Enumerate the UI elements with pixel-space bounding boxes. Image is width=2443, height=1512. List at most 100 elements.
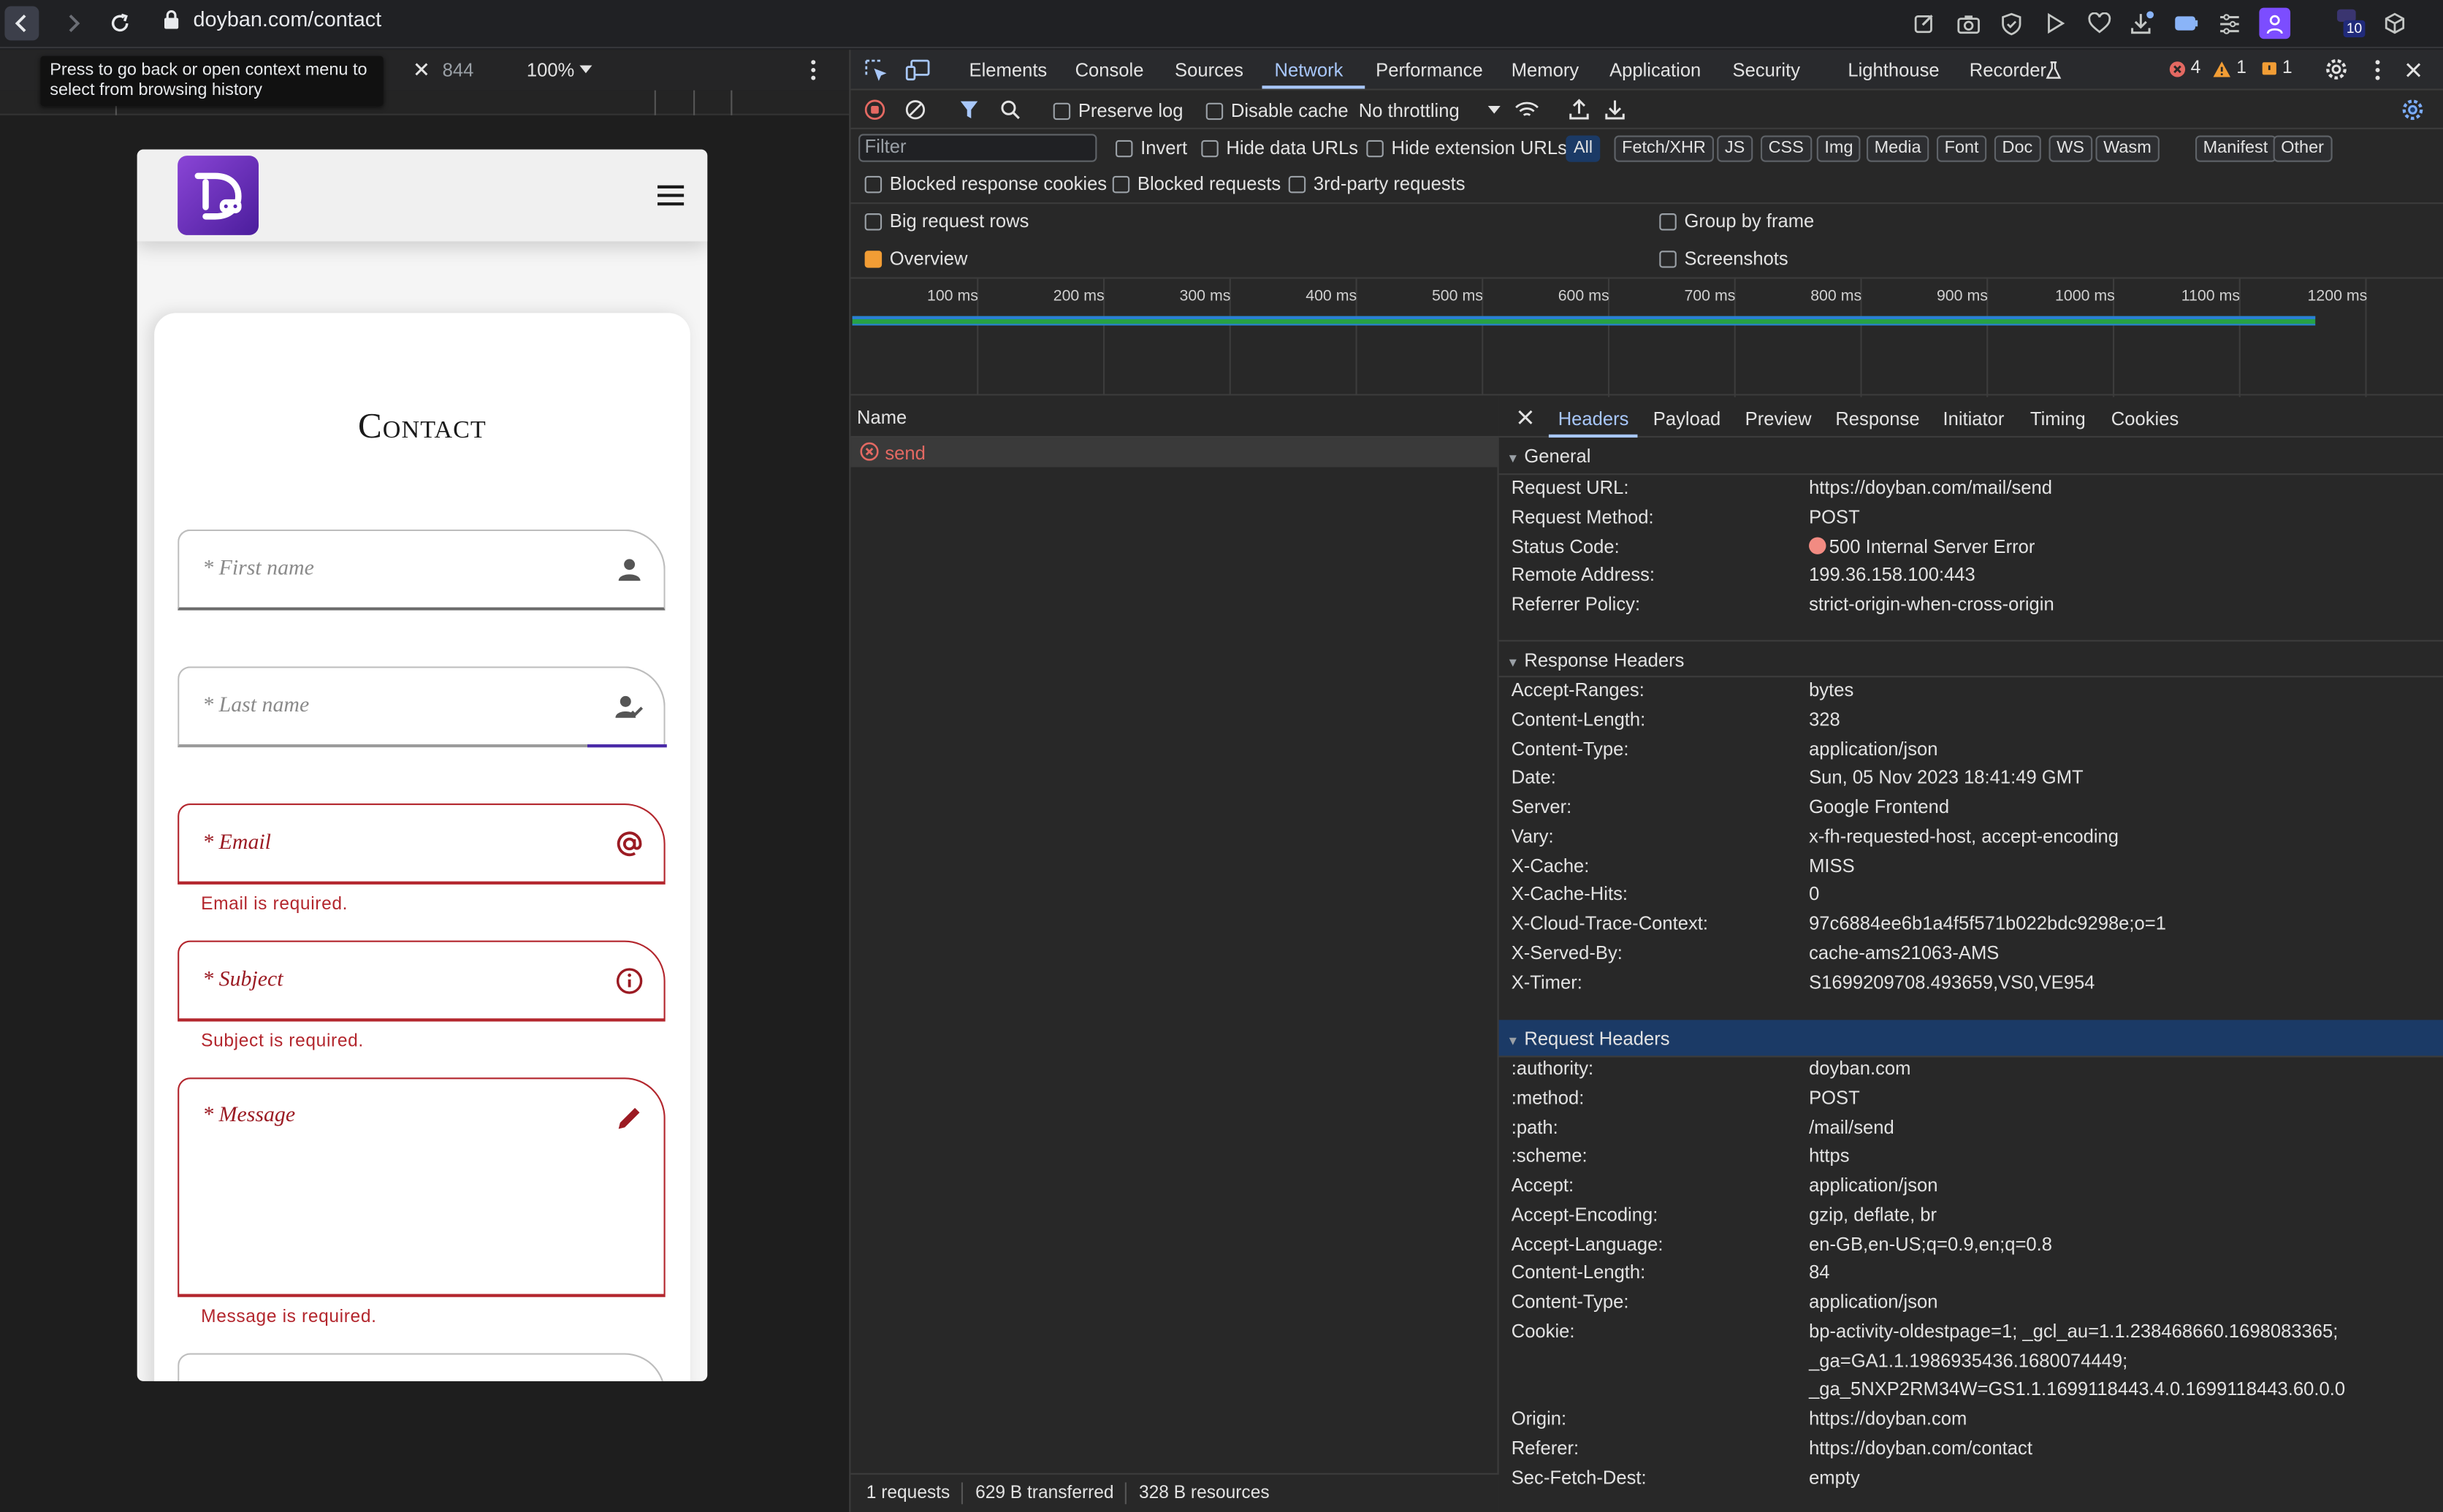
reload-button[interactable] bbox=[103, 7, 137, 41]
preserve-log-checkbox[interactable]: Preserve log bbox=[1053, 99, 1184, 121]
caret-down-icon bbox=[579, 65, 592, 74]
response-headers-section-header[interactable]: ▼ Response Headers bbox=[1498, 640, 2443, 678]
hide-extension-urls-checkbox[interactable]: Hide extension URLs bbox=[1366, 137, 1567, 159]
disable-cache-checkbox[interactable]: Disable cache bbox=[1205, 99, 1349, 121]
header-value: 328 bbox=[1809, 708, 1840, 730]
tab-preview[interactable]: Preview bbox=[1745, 408, 1812, 430]
cube-icon[interactable] bbox=[2379, 8, 2411, 39]
throttling-select[interactable]: No throttling bbox=[1359, 99, 1501, 121]
inspect-element-icon[interactable] bbox=[865, 59, 888, 83]
device-toolbar-icon[interactable] bbox=[905, 59, 930, 81]
timeline-tick-label: 900 ms bbox=[1936, 288, 1988, 305]
devtools-close-icon[interactable] bbox=[2406, 62, 2421, 77]
first-name-field[interactable]: * First name bbox=[178, 529, 666, 611]
overview-checkbox[interactable]: Overview bbox=[864, 248, 967, 270]
request-row-send[interactable]: send bbox=[850, 438, 1499, 467]
clear-icon[interactable] bbox=[905, 99, 926, 120]
network-overview-timeline[interactable]: 100 ms 200 ms 300 ms 400 ms 500 ms 600 m… bbox=[850, 277, 2443, 397]
email-field[interactable]: * Email bbox=[178, 803, 666, 885]
extension-badge[interactable]: 10 bbox=[2337, 8, 2371, 39]
hide-data-urls-checkbox[interactable]: Hide data URLs bbox=[1201, 137, 1358, 159]
tab-payload[interactable]: Payload bbox=[1653, 408, 1721, 430]
error-count[interactable]: 4 1 1 bbox=[2169, 59, 2293, 78]
blocked-response-cookies-checkbox[interactable]: Blocked response cookies bbox=[864, 173, 1107, 194]
tab-initiator[interactable]: Initiator bbox=[1943, 408, 2004, 430]
last-name-field[interactable]: * Last name bbox=[178, 666, 667, 748]
tab-recorder[interactable]: Recorder bbox=[1970, 59, 2046, 81]
group-by-frame-checkbox[interactable]: Group by frame bbox=[1659, 210, 1814, 232]
chip-manifest[interactable]: Manifest bbox=[2195, 135, 2276, 162]
chip-other[interactable]: Other bbox=[2273, 135, 2332, 162]
battery-extension-icon[interactable] bbox=[2171, 8, 2202, 39]
doyban-logo[interactable] bbox=[178, 156, 259, 235]
tab-headers[interactable]: Headers bbox=[1558, 408, 1629, 430]
back-button[interactable] bbox=[4, 6, 39, 41]
tab-sources[interactable]: Sources bbox=[1175, 59, 1243, 81]
chip-fetch-xhr[interactable]: Fetch/XHR bbox=[1614, 135, 1714, 162]
tab-elements[interactable]: Elements bbox=[969, 59, 1048, 81]
chip-ws[interactable]: WS bbox=[2048, 135, 2092, 162]
tab-cookies[interactable]: Cookies bbox=[2111, 408, 2179, 430]
issue-count-value: 1 bbox=[2282, 59, 2293, 78]
device-emulator-panel: 844 100% Press to go back or open contex… bbox=[0, 50, 850, 1512]
zoom-dropdown[interactable]: 100% bbox=[527, 59, 592, 81]
subject-field[interactable]: * Subject bbox=[178, 940, 666, 1022]
hamburger-menu-icon[interactable] bbox=[657, 185, 685, 206]
site-header bbox=[137, 149, 708, 242]
list-settings-icon[interactable] bbox=[2214, 8, 2246, 39]
invert-checkbox[interactable]: Invert bbox=[1116, 137, 1187, 159]
filter-input[interactable]: Filter bbox=[858, 134, 1097, 162]
import-har-icon[interactable] bbox=[1569, 98, 1590, 120]
header-key: Content-Length: bbox=[1511, 1261, 1646, 1284]
next-field-partial[interactable] bbox=[178, 1353, 666, 1381]
chip-img[interactable]: Img bbox=[1816, 135, 1861, 162]
name-column-header[interactable]: Name bbox=[850, 395, 1499, 438]
big-request-rows-checkbox[interactable]: Big request rows bbox=[864, 210, 1029, 232]
shield-check-icon[interactable] bbox=[1996, 8, 2027, 39]
close-details-icon[interactable] bbox=[1517, 410, 1533, 425]
tab-timing[interactable]: Timing bbox=[2030, 408, 2086, 430]
tab-network[interactable]: Network bbox=[1275, 59, 1344, 81]
header-key: X-Cloud-Trace-Context: bbox=[1511, 912, 1709, 935]
network-settings-gear-icon[interactable] bbox=[2401, 98, 2424, 121]
chip-media[interactable]: Media bbox=[1866, 135, 1929, 162]
chip-js[interactable]: JS bbox=[1717, 135, 1753, 162]
screenshots-checkbox[interactable]: Screenshots bbox=[1659, 248, 1788, 270]
chip-wasm[interactable]: Wasm bbox=[2095, 135, 2160, 162]
request-headers-section-header[interactable]: ▼ Request Headers bbox=[1498, 1020, 2443, 1058]
filter-funnel-icon[interactable] bbox=[960, 99, 979, 120]
edit-icon[interactable] bbox=[1909, 8, 1940, 39]
more-vertical-icon[interactable] bbox=[810, 59, 817, 81]
blocked-requests-checkbox[interactable]: Blocked requests bbox=[1112, 173, 1281, 194]
record-stop-icon[interactable] bbox=[864, 99, 885, 121]
search-icon[interactable] bbox=[1000, 99, 1021, 120]
chip-all[interactable]: All bbox=[1566, 135, 1601, 162]
play-icon[interactable] bbox=[2040, 8, 2071, 39]
heart-icon[interactable] bbox=[2083, 8, 2114, 39]
download-icon[interactable] bbox=[2127, 8, 2158, 39]
devtools-more-icon[interactable] bbox=[2374, 59, 2381, 81]
tab-performance[interactable]: Performance bbox=[1376, 59, 1483, 81]
third-party-requests-checkbox[interactable]: 3rd-party requests bbox=[1288, 173, 1466, 194]
tab-security[interactable]: Security bbox=[1733, 59, 1800, 81]
profile-icon[interactable] bbox=[2259, 7, 2291, 39]
network-conditions-icon[interactable] bbox=[1514, 99, 1539, 120]
chip-css[interactable]: CSS bbox=[1760, 135, 1812, 162]
tab-application[interactable]: Application bbox=[1609, 59, 1701, 81]
back-button-tooltip: Press to go back or open context menu to… bbox=[40, 56, 384, 106]
tab-lighthouse[interactable]: Lighthouse bbox=[1848, 59, 1939, 81]
tab-memory[interactable]: Memory bbox=[1512, 59, 1579, 81]
camera-icon[interactable] bbox=[1952, 8, 1983, 39]
settings-gear-icon[interactable] bbox=[2325, 58, 2348, 81]
export-har-icon[interactable] bbox=[1605, 98, 1626, 120]
message-field[interactable]: * Message bbox=[178, 1077, 666, 1297]
tab-console[interactable]: Console bbox=[1075, 59, 1144, 81]
chip-doc[interactable]: Doc bbox=[1994, 135, 2040, 162]
address-bar[interactable]: doyban.com/contact bbox=[162, 8, 381, 31]
viewport-height[interactable]: 844 bbox=[443, 59, 474, 81]
chip-font[interactable]: Font bbox=[1936, 135, 1987, 162]
general-section-header[interactable]: ▼ General bbox=[1498, 438, 2443, 476]
forward-button[interactable] bbox=[56, 7, 91, 41]
tab-response[interactable]: Response bbox=[1835, 408, 1919, 430]
dimension-close-icon[interactable] bbox=[414, 62, 428, 76]
